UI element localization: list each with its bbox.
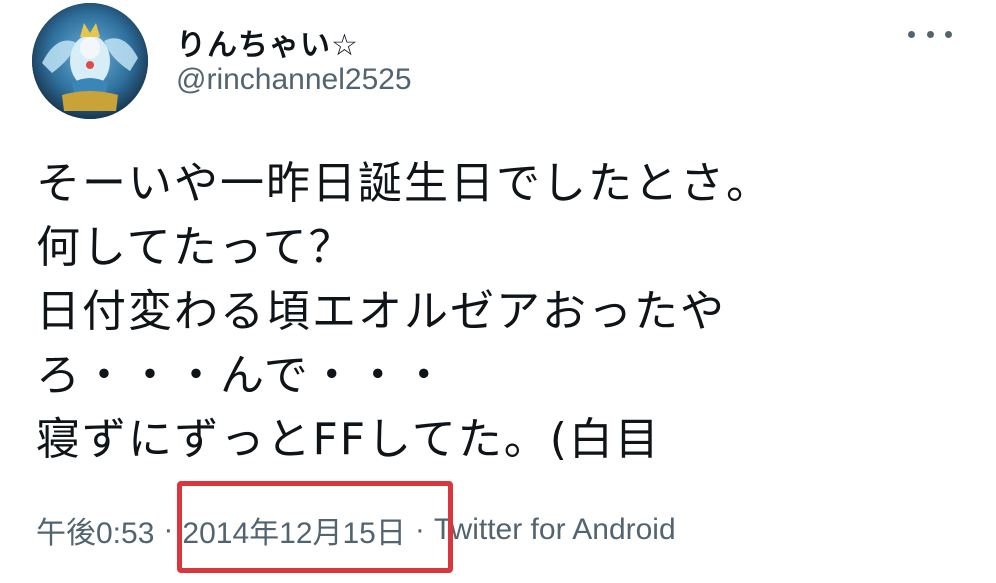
more-horizontal-icon (908, 30, 915, 38)
more-horizontal-icon (945, 30, 952, 38)
tweet-text-line: ろ・・・んで・・・ (36, 350, 448, 401)
tweet-source-link[interactable]: Twitter for Android (434, 513, 676, 547)
tweet-text: そーいや一昨日誕生日でしたとさ。 何してたって？ 日付変わる頃エオルゼアおったや… (36, 152, 936, 472)
meta-separator: · (163, 513, 174, 546)
tweet-text-line: 日付変わる頃エオルゼアおったや (36, 286, 726, 337)
tweet-meta: 午後0:53 · 2014年12月15日 · Twitter for Andro… (36, 508, 676, 552)
tweet-text-line: そーいや一昨日誕生日でしたとさ。 (36, 158, 772, 209)
display-name[interactable]: りんちゃい☆ (176, 20, 359, 64)
more-options-button[interactable] (908, 22, 952, 46)
avatar[interactable] (32, 3, 148, 119)
tweet-time[interactable]: 午後0:53 (36, 508, 154, 552)
tweet-text-line: 何してたって？ (36, 222, 355, 273)
user-handle[interactable]: @rinchannel2525 (176, 63, 412, 97)
meta-separator: · (414, 513, 425, 546)
avatar-image (32, 3, 148, 119)
more-horizontal-icon (926, 30, 934, 38)
tweet-card: りんちゃい☆ @rinchannel2525 そーいや一昨日誕生日でしたとさ。 … (0, 0, 996, 583)
tweet-text-line: 寝ずにずっとFFしてた。(白目 (36, 414, 661, 465)
tweet-date[interactable]: 2014年12月15日 (182, 508, 405, 552)
